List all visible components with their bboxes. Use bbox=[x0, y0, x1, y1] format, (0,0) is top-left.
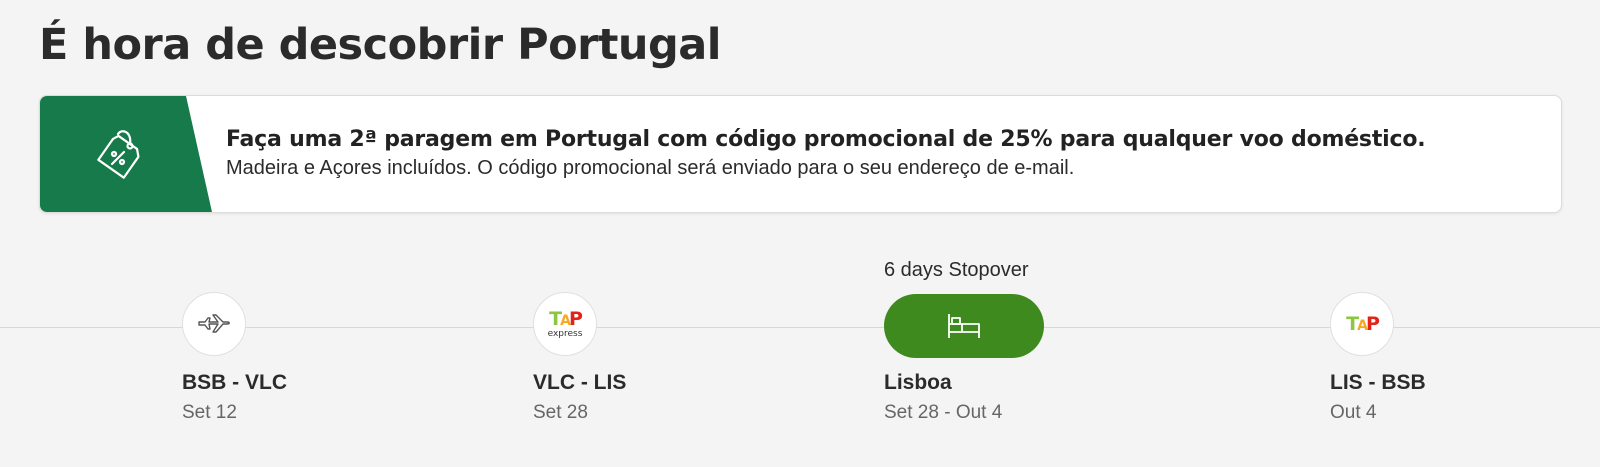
stop-icon-circle: TAP bbox=[1330, 292, 1394, 356]
tap-logo: TAP bbox=[1346, 312, 1380, 335]
promo-headline: Faça uma 2ª paragem em Portugal com códi… bbox=[226, 127, 1426, 152]
stopover-duration: 6 days Stopover bbox=[884, 259, 1029, 281]
promo-banner: Faça uma 2ª paragem em Portugal com códi… bbox=[39, 95, 1562, 213]
tap-express-logo: TAP express bbox=[547, 307, 583, 339]
stopover-pill bbox=[884, 294, 1044, 358]
bed-icon bbox=[948, 314, 980, 338]
discount-tag-icon bbox=[97, 130, 140, 179]
stop-date: Out 4 bbox=[1330, 402, 1377, 423]
stop-route: BSB - VLC bbox=[182, 371, 287, 394]
stop-route: VLC - LIS bbox=[533, 371, 627, 394]
stop-date: Set 28 - Out 4 bbox=[884, 402, 1003, 423]
stop-icon-circle: TAP express bbox=[533, 292, 597, 356]
stop-icon-circle bbox=[182, 292, 246, 356]
airplane-icon bbox=[198, 314, 230, 333]
stop-date: Set 12 bbox=[182, 402, 237, 423]
stop-route: Lisboa bbox=[884, 371, 952, 394]
promo-subtext: Madeira e Açores incluídos. O código pro… bbox=[226, 157, 1075, 179]
stop-date: Set 28 bbox=[533, 402, 588, 423]
promo-icon-panel bbox=[40, 96, 212, 212]
stop-route: LIS - BSB bbox=[1330, 371, 1426, 394]
page-title: É hora de descobrir Portugal bbox=[39, 20, 722, 70]
